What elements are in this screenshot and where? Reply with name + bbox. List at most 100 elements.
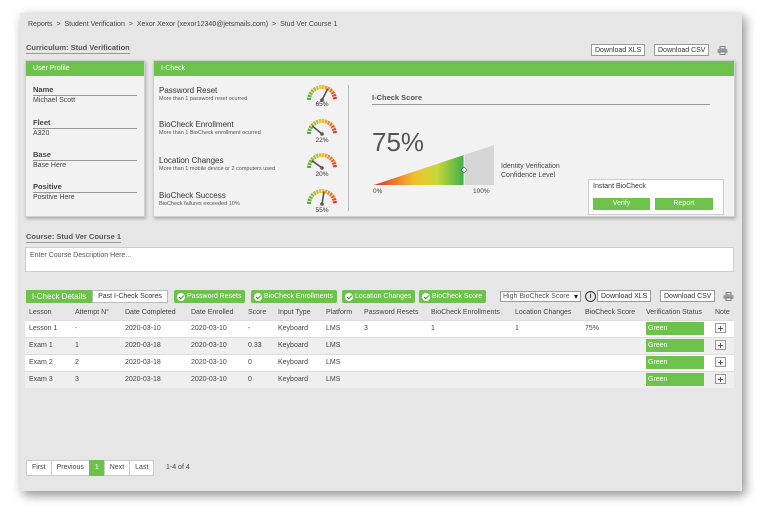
filter-biocheck-enrollments[interactable]: BioCheck Enrollments [251,290,337,303]
filter-password-resets[interactable]: Password Resets [174,290,246,303]
metric-biocheck-enrollment-percent: 22% [315,137,329,144]
verify-button[interactable]: Verify [593,198,650,210]
app-frame: Reports > Student Verification > Xexor X… [20,13,742,491]
filter-label: Location Changes [355,293,412,300]
icheck-header: I-Check [154,61,734,76]
check-icon [177,292,185,301]
course-title: Course: Stud Ver Course 1 [26,232,122,243]
score-scale-max: 100% [473,188,490,195]
cell-verification-status: Green [642,353,711,371]
gauge-segment [332,200,337,204]
cell-biocheck-score [581,336,642,354]
cell-input-type: Keyboard [274,319,322,337]
col-note: Note [711,306,734,320]
add-note-icon[interactable] [715,373,726,384]
filter-biocheck-score[interactable]: BioCheck Score [419,290,487,303]
col-location-changes[interactable]: Location Changes [511,306,581,320]
pagination-next[interactable]: Next [103,460,131,476]
gauge-segment [318,85,322,90]
cell-lesson: Exam 3 [25,370,71,388]
table-row: Exam 3 3 2020-03-18 2020-03-10 0 Keyboar… [25,370,734,388]
tab-icheck-details[interactable]: I-Check Details [26,290,92,303]
gauge-segment [318,119,322,124]
cell-password-resets [360,353,427,371]
gauge-segment [318,153,322,158]
tab-past-icheck-scores[interactable]: Past I-Check Scores [92,290,168,303]
report-button[interactable]: Report [655,198,713,210]
profile-fleet-value: A320 [33,130,50,137]
status-badge: Green [646,373,704,387]
gauge-location-changes [307,153,337,170]
col-biocheck-score[interactable]: BioCheck Score [581,306,642,320]
cell-date-completed: 2020-03-18 [121,370,187,388]
pagination-first[interactable]: First [26,460,52,476]
sort-select[interactable]: High BioCheck Score [500,291,581,302]
table-header-row: Lesson Attempt N° Date Completed Date En… [25,306,734,320]
panel-divider [348,85,349,211]
gauge-segment [307,201,312,204]
info-icon[interactable]: i [585,291,596,302]
details-download-xls-button[interactable]: Download XLS [597,290,652,302]
cell-note [711,353,734,371]
cell-date-enrolled: 2020-03-10 [187,370,244,388]
col-input-type[interactable]: Input Type [274,306,322,320]
col-lesson[interactable]: Lesson [25,306,71,320]
col-date-completed[interactable]: Date Completed [121,306,187,320]
cell-lesson: Exam 1 [25,336,71,354]
breadcrumb-separator: > [272,21,277,28]
breadcrumb-separator: > [56,21,61,28]
metric-location-changes-subtitle: More than 1 mobile device or 2 computers… [159,166,276,172]
filter-location-changes[interactable]: Location Changes [342,290,416,303]
breadcrumb-reports[interactable]: Reports [28,21,53,28]
pagination-page-1[interactable]: 1 [88,460,105,476]
details-download-csv-button[interactable]: Download CSV [660,290,716,302]
col-platform[interactable]: Platform [322,306,360,320]
col-attempt[interactable]: Attempt N° [71,306,121,320]
breadcrumb-student-verification[interactable]: Student Verification [65,21,125,28]
gauge-hub [320,202,324,206]
cell-attempt: 3 [71,370,121,388]
cell-date-enrolled: 2020-03-10 [187,319,244,337]
printer-icon[interactable] [717,46,728,55]
cell-platform: LMS [322,336,360,354]
col-date-enrolled[interactable]: Date Enrolled [187,306,244,320]
cell-biocheck-enrollments: 1 [427,319,511,337]
add-note-icon[interactable] [715,322,726,333]
gauge-segment [322,85,325,90]
col-verification-status[interactable]: Verification Status [642,306,711,320]
metric-biocheck-enrollment-subtitle: More than 1 BioCheck enrollment ocurred [159,130,261,136]
cell-biocheck-enrollments [427,353,511,371]
filter-label: Password Resets [187,293,242,300]
profile-fleet-label: Fleet [33,118,137,129]
table-row: Lesson 1 - 2020-03-10 2020-03-10 - Keybo… [25,319,734,337]
cell-date-enrolled: 2020-03-10 [187,353,244,371]
add-note-icon[interactable] [715,356,726,367]
check-icon [345,292,353,301]
col-password-resets[interactable]: Password Resets [360,306,427,320]
gauge-hub [320,166,324,170]
pagination: First Previous 1 Next Last [26,460,155,476]
download-csv-button[interactable]: Download CSV [654,44,710,56]
breadcrumb-student[interactable]: Xexor Xexor (xexor12340@jetsmails.com) [137,21,268,28]
table-row: Exam 1 1 2020-03-18 2020-03-10 0.33 Keyb… [25,336,734,354]
breadcrumb-separator: > [128,21,133,28]
course-description-input[interactable]: Enter Course Description Here... [25,247,734,272]
gauge-biocheck-success [307,189,337,206]
pagination-last[interactable]: Last [129,460,155,476]
download-xls-button[interactable]: Download XLS [591,44,646,56]
user-profile-header: User Profile [26,61,144,76]
cell-biocheck-enrollments [427,370,511,388]
printer-icon[interactable] [723,292,734,301]
col-score[interactable]: Score [244,306,274,320]
curriculum-title: Curriculum: Stud Verification [26,43,130,54]
instant-biocheck-title: Instant BioCheck [593,183,646,190]
profile-base-label: Base [33,150,137,161]
gauge-segment [332,130,337,134]
cell-score: 0 [244,353,274,371]
gauge-segment [318,189,322,194]
col-biocheck-enrollments[interactable]: BioCheck Enrollments [427,306,511,320]
confidence-label-line2: Confidence Level [501,172,556,179]
cell-attempt: 2 [71,353,121,371]
pagination-previous[interactable]: Previous [50,460,90,476]
add-note-icon[interactable] [715,339,726,350]
